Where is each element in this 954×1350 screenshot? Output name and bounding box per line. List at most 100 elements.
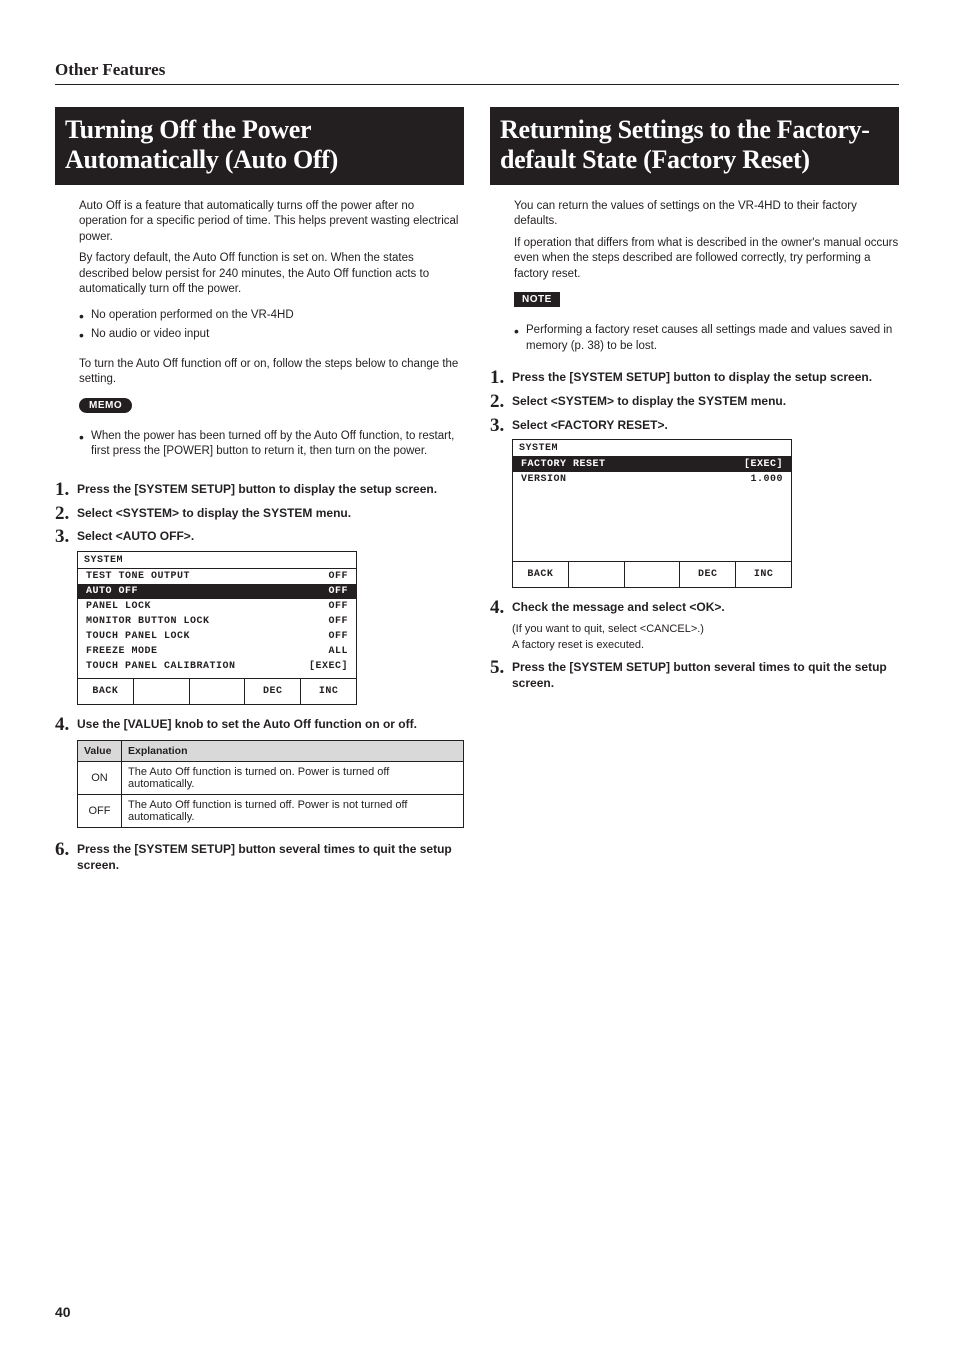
left-step-1: 1. Press the [SYSTEM SETUP] button to di… [55, 482, 464, 498]
menu-row-value: [EXEC] [744, 459, 783, 470]
page-number: 40 [55, 1304, 71, 1320]
right-step-2: 2. Select <SYSTEM> to display the SYSTEM… [490, 394, 899, 410]
left-step-4: 4. Use the [VALUE] knob to set the Auto … [55, 717, 464, 733]
left-step-2: 2. Select <SYSTEM> to display the SYSTEM… [55, 506, 464, 522]
right-column: Returning Settings to the Factory-defaul… [490, 107, 899, 880]
note-label: NOTE [514, 292, 560, 307]
menu-btn-blank [134, 679, 190, 704]
step-number: 1. [490, 366, 504, 391]
table-header-value: Value [78, 741, 122, 762]
menu-row: VERSION 1.000 [513, 472, 791, 487]
menu-btn-dec: DEC [680, 562, 736, 587]
right-intro-1: You can return the values of settings on… [514, 199, 899, 230]
menu-row-value: [EXEC] [309, 661, 348, 672]
menu-row-value: OFF [328, 601, 348, 612]
left-column: Turning Off the Power Automatically (Aut… [55, 107, 464, 880]
value-table: Value Explanation ON The Auto Off functi… [77, 740, 464, 828]
menu-row: TOUCH PANEL LOCK OFF [78, 629, 356, 644]
step-number: 4. [55, 713, 69, 738]
menu-btn-blank [569, 562, 625, 587]
table-cell-value: ON [78, 762, 122, 795]
left-intro-1: Auto Off is a feature that automatically… [79, 199, 464, 246]
menu-row-label: MONITOR BUTTON LOCK [86, 616, 210, 627]
menu-row-label: PANEL LOCK [86, 601, 151, 612]
menu-title: SYSTEM [78, 552, 356, 569]
menu-row-value: OFF [328, 631, 348, 642]
left-intro-2: By factory default, the Auto Off functio… [79, 251, 464, 298]
menu-btn-dec: DEC [245, 679, 301, 704]
menu-row-selected: AUTO OFFOFF [78, 584, 356, 599]
two-column-layout: Turning Off the Power Automatically (Aut… [55, 107, 899, 880]
step-number: 6. [55, 838, 69, 863]
note-list: Performing a factory reset causes all se… [514, 323, 899, 354]
right-step-4-sub2: A factory reset is executed. [512, 638, 899, 652]
menu-row-label: TOUCH PANEL CALIBRATION [86, 661, 236, 672]
menu-row-label: FACTORY RESET [521, 459, 606, 470]
step-text: Select <SYSTEM> to display the SYSTEM me… [512, 394, 786, 408]
running-head: Other Features [55, 60, 899, 85]
menu-body: TEST TONE OUTPUTOFF AUTO OFFOFF PANEL LO… [78, 569, 356, 674]
menu-row: FREEZE MODE ALL [78, 644, 356, 659]
menu-title: SYSTEM [513, 440, 791, 457]
menu-row-label: TOUCH PANEL LOCK [86, 631, 190, 642]
menu-row-value: 1.000 [750, 474, 783, 485]
left-bullet-1: No operation performed on the VR-4HD [79, 308, 464, 324]
table-row: ON The Auto Off function is turned on. P… [78, 762, 464, 795]
step-text: Select <SYSTEM> to display the SYSTEM me… [77, 506, 351, 520]
memo-list: When the power has been turned off by th… [79, 429, 464, 460]
menu-btn-inc: INC [736, 562, 791, 587]
memo-item-1: When the power has been turned off by th… [79, 429, 464, 460]
menu-row: TEST TONE OUTPUTOFF [78, 569, 356, 584]
menu-buttons: BACK DEC INC [78, 678, 356, 704]
right-heading: Returning Settings to the Factory-defaul… [490, 107, 899, 185]
left-step-3: 3. Select <AUTO OFF>. [55, 529, 464, 545]
step-number: 2. [55, 502, 69, 527]
menu-row-selected: FACTORY RESET [EXEC] [513, 457, 791, 472]
menu-btn-inc: INC [301, 679, 356, 704]
system-menu-screenshot-right: SYSTEM FACTORY RESET[EXEC] VERSION1.000 … [512, 439, 792, 588]
step-number: 5. [490, 656, 504, 681]
menu-row-value: OFF [328, 616, 348, 627]
menu-row-label: FREEZE MODE [86, 646, 158, 657]
menu-btn-blank [625, 562, 681, 587]
step-number: 1. [55, 478, 69, 503]
left-heading: Turning Off the Power Automatically (Aut… [55, 107, 464, 185]
menu-row: MONITOR BUTTON LOCK OFF [78, 614, 356, 629]
menu-row-label: VERSION [521, 474, 567, 485]
right-step-5: 5. Press the [SYSTEM SETUP] button sever… [490, 660, 899, 691]
left-bullet-list: No operation performed on the VR-4HD No … [79, 308, 464, 343]
step-text: Check the message and select <OK>. [512, 600, 725, 614]
menu-body: FACTORY RESET [EXEC] VERSION 1.000 [513, 457, 791, 557]
system-menu-screenshot-left: SYSTEM TEST TONE OUTPUTOFF AUTO OFFOFF P… [77, 551, 357, 705]
table-header-explanation: Explanation [122, 741, 464, 762]
left-intro-3: To turn the Auto Off function off or on,… [79, 357, 464, 388]
table-cell-explanation: The Auto Off function is turned off. Pow… [122, 795, 464, 828]
step-number: 3. [55, 525, 69, 550]
step-text: Press the [SYSTEM SETUP] button several … [512, 660, 887, 690]
step-number: 2. [490, 390, 504, 415]
step-text: Press the [SYSTEM SETUP] button several … [77, 842, 452, 872]
menu-row-value: ALL [328, 646, 348, 657]
menu-row: TOUCH PANEL CALIBRATION [EXEC] [78, 659, 356, 674]
right-step-4: 4. Check the message and select <OK>. [490, 600, 899, 616]
step-number: 4. [490, 596, 504, 621]
table-cell-explanation: The Auto Off function is turned on. Powe… [122, 762, 464, 795]
left-bullet-2: No audio or video input [79, 327, 464, 343]
table-row: OFF The Auto Off function is turned off.… [78, 795, 464, 828]
right-intro-2: If operation that differs from what is d… [514, 236, 899, 283]
menu-btn-back: BACK [78, 679, 134, 704]
step-number: 3. [490, 414, 504, 439]
step-text: Select <FACTORY RESET>. [512, 418, 668, 432]
menu-btn-back: BACK [513, 562, 569, 587]
right-step-4-sub1: (If you want to quit, select <CANCEL>.) [512, 622, 899, 636]
menu-btn-blank [190, 679, 246, 704]
menu-row-label: AUTO OFF [86, 586, 138, 597]
right-step-1: 1. Press the [SYSTEM SETUP] button to di… [490, 370, 899, 386]
note-item-1: Performing a factory reset causes all se… [514, 323, 899, 354]
step-text: Press the [SYSTEM SETUP] button to displ… [512, 370, 872, 384]
right-step-list: 1. Press the [SYSTEM SETUP] button to di… [490, 370, 899, 691]
left-step-6: 6. Press the [SYSTEM SETUP] button sever… [55, 842, 464, 873]
menu-row-value: OFF [328, 571, 348, 582]
table-cell-value: OFF [78, 795, 122, 828]
right-step-3: 3. Select <FACTORY RESET>. [490, 418, 899, 434]
